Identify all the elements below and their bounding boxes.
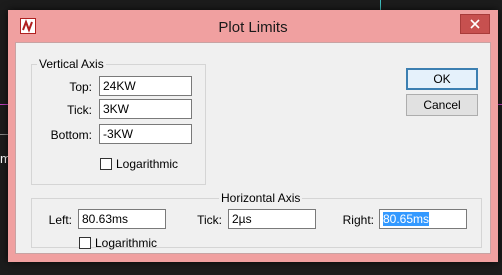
right-value: 80.65ms (383, 212, 430, 226)
horizontal-logarithmic-label: Logarithmic (95, 236, 158, 250)
tick-value: 3KW (103, 102, 130, 116)
bottom-label: Bottom: (50, 128, 92, 142)
cancel-button[interactable]: Cancel (406, 94, 478, 116)
horizontal-logarithmic-checkbox[interactable] (79, 237, 91, 249)
top-input[interactable]: 24KW (99, 76, 192, 96)
horizontal-axis-legend: Horizontal Axis (219, 191, 303, 205)
close-icon (470, 19, 480, 29)
right-input[interactable]: 80.65ms (379, 209, 467, 229)
horizontal-tick-label: Tick: (197, 213, 222, 227)
left-label: Left: (48, 213, 72, 227)
left-input[interactable]: 80.63ms (78, 209, 166, 229)
left-value: 80.63ms (82, 212, 129, 226)
dialog-title: Plot Limits (218, 19, 288, 36)
horizontal-tick-input[interactable]: 2µs (228, 209, 316, 229)
tick-input[interactable]: 3KW (99, 99, 192, 119)
vertical-axis-legend: Vertical Axis (37, 57, 106, 71)
title-bar[interactable]: Plot Limits (8, 10, 498, 42)
right-label: Right: (342, 213, 374, 227)
horizontal-tick-value: 2µs (232, 212, 252, 226)
bottom-value: -3KW (103, 127, 133, 141)
bottom-input[interactable]: -3KW (99, 124, 192, 144)
dialog-client-area: Vertical Axis Top: 24KW Tick: 3KW Bottom… (15, 42, 491, 254)
vertical-logarithmic-checkbox[interactable] (100, 158, 112, 170)
ok-button[interactable]: OK (406, 68, 478, 90)
top-value: 24KW (103, 79, 136, 93)
vertical-logarithmic-label: Logarithmic (116, 157, 179, 171)
close-button[interactable] (460, 14, 490, 34)
tick-label: Tick: (67, 103, 92, 117)
plot-limits-dialog: Plot Limits Vertical Axis Top: 24KW Tick… (8, 10, 498, 262)
top-label: Top: (69, 80, 92, 94)
background-trace (380, 0, 381, 10)
